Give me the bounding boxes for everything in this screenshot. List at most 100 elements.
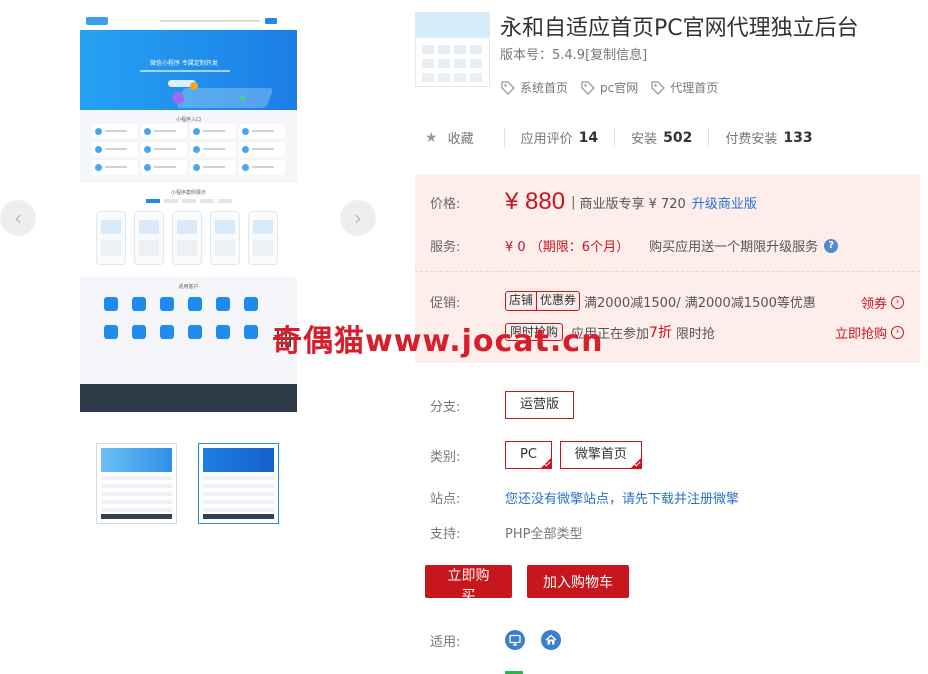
preview-qr-code: [277, 331, 293, 347]
tag-label: pc官网: [600, 81, 639, 95]
flash-discount: 7折: [649, 325, 672, 341]
price-separator: |: [571, 194, 576, 210]
add-to-cart-button[interactable]: 加入购物车: [527, 565, 629, 598]
monitor-icon[interactable]: [505, 630, 525, 650]
get-coupon-link[interactable]: 领券 ›: [861, 293, 904, 312]
product-gallery: 微信小程序 专属定制开发 小程序入口 小程序案例展示 适用客户 ‹ ›: [0, 0, 400, 674]
gallery-thumbnail-2[interactable]: [198, 443, 279, 524]
paid-install-stat: 付费安装 133: [708, 128, 828, 147]
commercial-price: 商业版专享 ¥ 720: [579, 196, 686, 212]
tag-item[interactable]: 代理首页: [650, 79, 718, 96]
preview-card: [92, 124, 138, 139]
tag-label: 代理首页: [670, 81, 719, 95]
preview-card: [141, 124, 187, 139]
flash-sale-row: 限时抢购 应用正在参加 7折 限时抢: [505, 322, 715, 342]
preview-ball-purple: [172, 92, 184, 104]
preview-section-cases: 小程序案例展示: [170, 190, 206, 196]
chevron-right-icon: ›: [891, 296, 904, 309]
coupon-badge: 店铺 优惠券: [505, 291, 581, 311]
preview-cases-section: 小程序案例展示: [80, 183, 297, 277]
product-tags: 系统首页 pc官网 代理首页: [500, 79, 718, 96]
preview-hero-text: 微信小程序 专属定制开发: [150, 60, 218, 67]
price-label: 价格:: [430, 196, 461, 212]
tag-item[interactable]: pc官网: [580, 79, 638, 96]
star-icon: ★: [425, 129, 438, 146]
preview-phone: [172, 211, 202, 265]
category-option-we7-home[interactable]: 微擎首页: [559, 441, 642, 469]
branch-label: 分支:: [430, 399, 461, 415]
install-stat: 安装 502: [614, 128, 708, 147]
branch-option-operation[interactable]: 运营版: [505, 391, 575, 419]
preview-phone: [96, 211, 126, 265]
preview-card: [190, 142, 236, 157]
tag-item[interactable]: 系统首页: [500, 79, 568, 96]
tag-icon: [581, 80, 595, 95]
tag-label: 系统首页: [520, 81, 569, 95]
tag-icon: [651, 80, 666, 95]
preview-hero-banner: 微信小程序 专属定制开发: [80, 30, 297, 110]
help-icon[interactable]: ?: [824, 238, 839, 253]
preview-hero-phone: [176, 88, 274, 108]
gallery-prev-button[interactable]: ‹: [0, 200, 36, 236]
preview-card: [190, 124, 236, 139]
preview-card: [190, 160, 236, 175]
service-note: 购买应用送一个期限升级服务: [649, 240, 819, 255]
product-title: 永和自适应首页PC官网代理独立后台: [500, 16, 859, 41]
buy-now-button[interactable]: 立即购买: [425, 565, 512, 604]
service-label: 服务:: [430, 240, 461, 255]
preview-hero-subtitle: [140, 70, 230, 72]
applies-row: 适用:: [430, 630, 577, 650]
price-panel: 价格: ¥ 880 | 商业版专享 ¥ 720 升级商业版 服务: ¥ 0 （期…: [415, 174, 920, 363]
support-label: 支持:: [430, 527, 461, 542]
install-count: 502: [663, 129, 693, 146]
gallery-next-button[interactable]: ›: [340, 200, 376, 236]
product-stats: ★ 收藏 应用评价 14 安装 502 付费安装 133: [425, 128, 829, 147]
service-value: ¥ 0 （期限：6个月）: [505, 240, 630, 255]
product-icon: [415, 12, 490, 87]
preview-card: [92, 142, 138, 157]
preview-customer-icons: [104, 297, 258, 339]
tag-icon: [501, 80, 515, 95]
favorite-button[interactable]: ★ 收藏: [425, 128, 504, 148]
home-icon[interactable]: [541, 630, 561, 650]
preview-phone: [134, 211, 164, 265]
price-row: 价格: ¥ 880 | 商业版专享 ¥ 720 升级商业版: [430, 188, 757, 216]
preview-footer: [80, 384, 297, 412]
site-label: 站点:: [430, 492, 461, 507]
promo-text: 满2000减1500/ 满2000减1500等优惠: [584, 295, 816, 311]
preview-card: [239, 142, 285, 157]
preview-section-entry: 小程序入口: [175, 117, 201, 123]
category-label: 类别:: [430, 449, 461, 465]
upgrade-commercial-link[interactable]: 升级商业版: [692, 193, 757, 212]
preview-card: [141, 160, 187, 175]
category-option-pc[interactable]: PC: [505, 441, 552, 469]
support-row: 支持: PHP全部类型: [430, 523, 582, 542]
preview-nav-links: [160, 20, 260, 22]
preview-phone-row: [96, 211, 278, 265]
preview-navbar: [80, 12, 297, 30]
category-row: 类别: PC 微擎首页: [430, 441, 650, 469]
flash-buy-link[interactable]: 立即抢购 ›: [835, 323, 904, 342]
preview-card: [239, 160, 285, 175]
price-divider: [415, 271, 920, 272]
preview-customers-section: 适用客户: [80, 277, 297, 365]
rating-count: 14: [578, 129, 599, 146]
preview-entry-grid: [80, 124, 297, 175]
preview-case-tabs: [146, 199, 232, 203]
chevron-right-icon: ›: [891, 326, 904, 339]
gallery-thumbnail-1[interactable]: [96, 443, 177, 524]
preview-nav-button: [265, 18, 277, 24]
applies-label: 适用:: [430, 634, 461, 650]
preview-card: [239, 124, 285, 139]
main-preview-image[interactable]: 微信小程序 专属定制开发 小程序入口 小程序案例展示 适用客户: [80, 12, 297, 412]
price-value: ¥ 880: [505, 188, 566, 215]
flash-sale-badge: 限时抢购: [505, 323, 564, 341]
preview-card: [141, 142, 187, 157]
branch-row: 分支: 运营版: [430, 391, 582, 419]
promo-row: 促销: 店铺 优惠券 满2000减1500/ 满2000减1500等优惠: [430, 291, 816, 311]
register-site-link[interactable]: 您还没有微擎站点，请先下载并注册微擎: [505, 488, 739, 507]
favorite-label: 收藏: [447, 132, 474, 147]
site-row: 站点: 您还没有微擎站点，请先下载并注册微擎: [430, 488, 739, 507]
rating-stat: 应用评价 14: [503, 128, 615, 147]
paid-install-count: 133: [783, 129, 813, 146]
